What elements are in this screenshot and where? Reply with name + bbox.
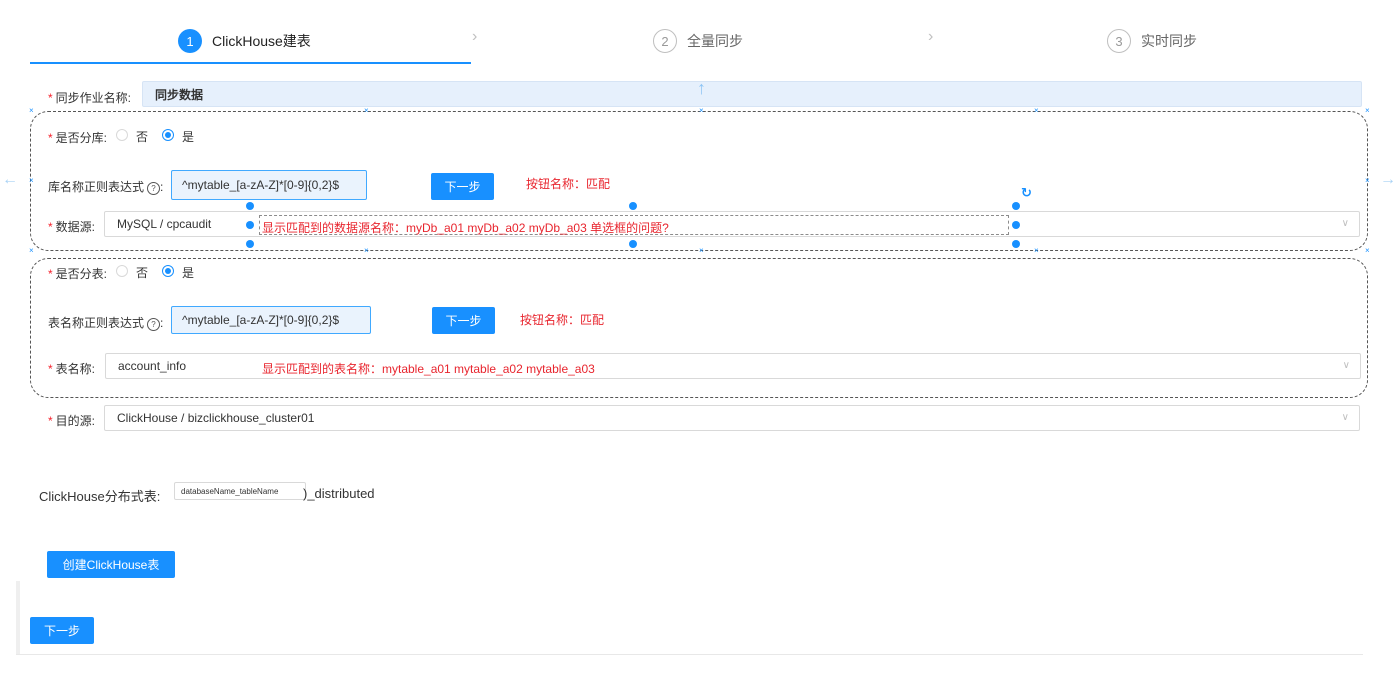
create-clickhouse-table-button[interactable]: 创建ClickHouse表 bbox=[47, 551, 175, 578]
table-regex-label: 表名称正则表达式?: bbox=[48, 316, 164, 331]
chevron-right-icon: › bbox=[928, 28, 934, 45]
distributed-label: ClickHouse分布式表: bbox=[39, 489, 161, 504]
resize-handle-icon[interactable] bbox=[246, 221, 254, 229]
resize-handle-icon[interactable]: × bbox=[699, 247, 704, 255]
shard-db-label: * 是否分库: bbox=[48, 131, 108, 145]
chevron-down-icon: ∨ bbox=[1341, 412, 1349, 423]
table-annotation: 按钮名称：匹配 bbox=[520, 313, 605, 327]
distributed-name-input[interactable]: databaseName_tableName bbox=[174, 482, 306, 500]
table-regex-input[interactable]: ^mytable_[a-zA-Z]*[0-9]{0,2}$ bbox=[171, 306, 371, 334]
target-label: * 目的源: bbox=[48, 414, 96, 428]
resize-handle-icon[interactable]: × bbox=[364, 107, 369, 115]
step-1[interactable]: 1 ClickHouse建表 bbox=[178, 28, 311, 54]
step-label: ClickHouse建表 bbox=[212, 33, 311, 49]
resize-handle-icon[interactable]: × bbox=[1034, 107, 1039, 115]
step-number: 2 bbox=[653, 29, 677, 53]
shard-table-label: * 是否分表: bbox=[48, 267, 108, 281]
db-regex-label: 库名称正则表达式?: bbox=[48, 180, 164, 195]
step-3[interactable]: 3 实时同步 bbox=[1107, 28, 1197, 54]
help-icon[interactable]: ? bbox=[147, 318, 161, 331]
db-regex-input[interactable]: ^mytable_[a-zA-Z]*[0-9]{0,2}$ bbox=[171, 170, 367, 200]
shard-db-yes-radio[interactable] bbox=[162, 129, 174, 141]
resize-handle-icon[interactable] bbox=[1012, 202, 1020, 210]
resize-handle-icon[interactable] bbox=[1012, 240, 1020, 248]
resize-handle-icon[interactable]: × bbox=[1365, 247, 1370, 255]
resize-handle-icon[interactable]: × bbox=[1365, 177, 1370, 185]
chevron-down-icon: ∨ bbox=[1342, 360, 1350, 371]
resize-handle-icon[interactable]: × bbox=[699, 107, 704, 115]
drag-up-arrow-icon[interactable]: ↑ bbox=[697, 78, 706, 99]
resize-handle-icon[interactable]: × bbox=[29, 177, 34, 185]
table-name-label: * 表名称: bbox=[48, 362, 96, 376]
datasource-annotation: 显示匹配到的数据源名称：myDb_a01 myDb_a02 myDb_a03 单… bbox=[262, 221, 669, 235]
target-select[interactable]: ClickHouse / bizclickhouse_cluster01 ∨ bbox=[104, 405, 1360, 431]
radio-label: 是 bbox=[182, 130, 195, 144]
resize-handle-icon[interactable]: × bbox=[1365, 107, 1370, 115]
radio-label: 否 bbox=[136, 130, 149, 144]
resize-handle-icon[interactable] bbox=[246, 202, 254, 210]
active-step-indicator bbox=[30, 62, 471, 64]
job-name-label: * 同步作业名称: bbox=[48, 91, 132, 105]
drag-left-arrow-icon[interactable]: ← bbox=[2, 171, 18, 189]
drag-right-arrow-icon[interactable]: → bbox=[1380, 171, 1396, 189]
rotate-icon[interactable]: ↻ bbox=[1021, 185, 1032, 201]
step-number: 3 bbox=[1107, 29, 1131, 53]
help-icon[interactable]: ? bbox=[147, 182, 161, 195]
resize-handle-icon[interactable]: × bbox=[1034, 247, 1039, 255]
resize-handle-icon[interactable] bbox=[629, 240, 637, 248]
shard-db-no-radio[interactable] bbox=[116, 129, 128, 141]
step-label: 实时同步 bbox=[1141, 33, 1197, 49]
radio-label: 否 bbox=[136, 266, 149, 280]
shard-table-yes-radio[interactable] bbox=[162, 265, 174, 277]
shard-table-no-radio[interactable] bbox=[116, 265, 128, 277]
step-number: 1 bbox=[178, 29, 202, 53]
chevron-down-icon: ∨ bbox=[1341, 218, 1349, 229]
table-name-annotation: 显示匹配到的表名称：mytable_a01 mytable_a02 mytabl… bbox=[262, 362, 595, 376]
footer-divider bbox=[16, 654, 1363, 655]
next-step-button[interactable]: 下一步 bbox=[30, 617, 94, 644]
footer-side-bar bbox=[16, 581, 20, 655]
db-annotation: 按钮名称：匹配 bbox=[526, 177, 611, 191]
datasource-label: * 数据源: bbox=[48, 220, 96, 234]
table-match-button[interactable]: 下一步 bbox=[432, 307, 495, 334]
resize-handle-icon[interactable]: × bbox=[364, 247, 369, 255]
chevron-right-icon: › bbox=[472, 28, 478, 45]
radio-label: 是 bbox=[182, 266, 195, 280]
resize-handle-icon[interactable] bbox=[1012, 221, 1020, 229]
step-label: 全量同步 bbox=[687, 33, 743, 49]
resize-handle-icon[interactable] bbox=[629, 202, 637, 210]
resize-handle-icon[interactable]: × bbox=[29, 247, 34, 255]
resize-handle-icon[interactable]: × bbox=[29, 107, 34, 115]
step-2[interactable]: 2 全量同步 bbox=[653, 28, 743, 54]
distributed-suffix: )_distributed bbox=[303, 486, 375, 501]
db-match-button[interactable]: 下一步 bbox=[431, 173, 494, 200]
resize-handle-icon[interactable] bbox=[246, 240, 254, 248]
job-name-input[interactable]: 同步数据 bbox=[142, 81, 1362, 107]
